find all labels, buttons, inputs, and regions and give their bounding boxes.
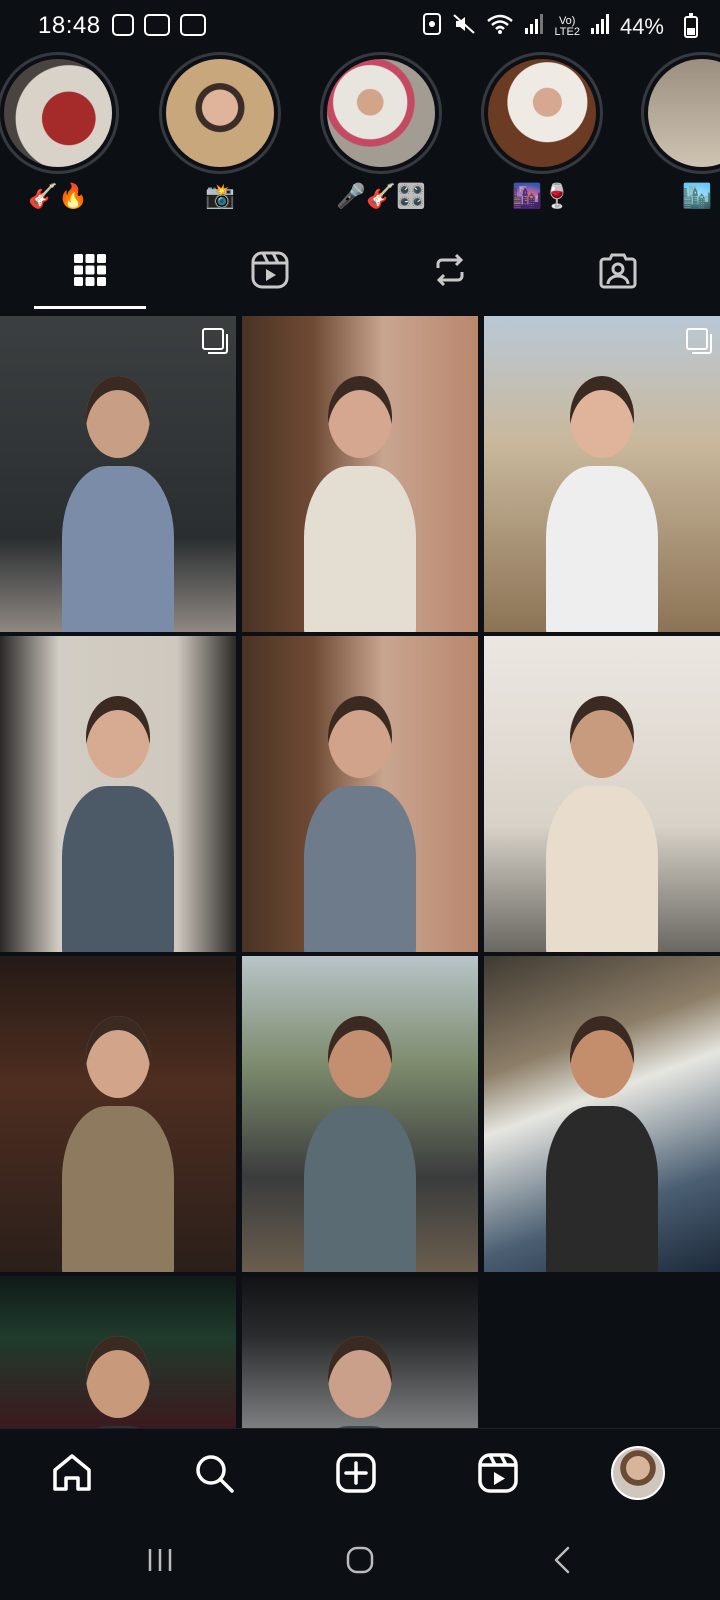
person-figure	[62, 1106, 174, 1272]
highlight-ring	[481, 52, 603, 174]
highlight-item[interactable]: 🌆🍷	[478, 52, 606, 212]
home-system-button[interactable]	[330, 1540, 390, 1580]
status-bar: 18:48 Vo) LTE2 44%	[0, 0, 720, 52]
highlight-cover	[166, 59, 274, 167]
highlight-ring	[0, 52, 119, 174]
highlight-ring	[159, 52, 281, 174]
system-icons: Vo) LTE2 44%	[422, 12, 664, 42]
bluetooth-device-icon	[422, 12, 442, 42]
highlight-label: 📸	[205, 183, 235, 210]
tab-posts-grid[interactable]	[30, 230, 150, 310]
highlight-item[interactable]: 🎸🔥	[0, 52, 122, 212]
notification-icons	[112, 14, 206, 36]
avatar	[611, 1446, 665, 1500]
highlight-label: 🎸🔥	[28, 183, 88, 210]
person-figure	[62, 786, 174, 952]
person-figure	[304, 1106, 416, 1272]
back-icon	[554, 1546, 570, 1574]
person-figure	[304, 786, 416, 952]
post-thumbnail[interactable]	[0, 316, 236, 632]
highlight-label: 🎤🎸🎛️	[336, 183, 426, 210]
highlight-item[interactable]: 🏙️	[638, 52, 720, 212]
bottom-navigation	[0, 1428, 720, 1519]
profile-tabs	[0, 230, 720, 310]
person-head	[328, 1016, 392, 1098]
home-circle-icon	[346, 1546, 374, 1574]
recents-icon	[148, 1549, 172, 1571]
reels-icon	[251, 251, 289, 289]
post-thumbnail[interactable]	[484, 636, 720, 952]
signal-icon-2	[590, 13, 610, 41]
home-button[interactable]	[42, 1443, 102, 1503]
add-post-icon	[336, 1453, 376, 1493]
person-figure	[546, 466, 658, 632]
post-thumbnail[interactable]	[242, 956, 478, 1272]
highlight-cover	[488, 59, 596, 167]
carousel-icon	[686, 328, 712, 354]
mute-icon	[452, 12, 476, 42]
battery-percent: 44%	[619, 14, 664, 39]
signal-icon	[524, 13, 544, 41]
person-head	[86, 376, 150, 458]
post-thumbnail[interactable]	[242, 316, 478, 632]
status-time: 18:48	[38, 12, 101, 39]
grid-icon	[74, 254, 106, 286]
voicemail-icon	[144, 14, 170, 36]
person-figure	[546, 1106, 658, 1272]
story-highlights: 🎸🔥 📸 🎤🎸🎛️ 🌆🍷 🏙️	[0, 52, 720, 212]
person-head	[570, 1016, 634, 1098]
post-thumbnail[interactable]	[0, 636, 236, 952]
post-thumbnail[interactable]	[0, 956, 236, 1272]
search-icon	[196, 1455, 234, 1493]
home-icon	[53, 1454, 91, 1491]
lte-indicator: Vo) LTE2	[554, 16, 579, 38]
highlight-ring	[320, 52, 442, 174]
person-head	[570, 696, 634, 778]
system-navigation-bar	[0, 1518, 720, 1600]
person-figure	[62, 466, 174, 632]
person-head	[328, 376, 392, 458]
wifi-icon	[486, 13, 514, 41]
lte-label-bottom: LTE2	[554, 26, 580, 38]
person-head	[86, 696, 150, 778]
reels-nav-icon	[478, 1453, 518, 1493]
highlight-ring	[641, 52, 720, 174]
clock-notification-icon	[112, 14, 134, 36]
highlight-label: 🏙️	[682, 183, 712, 210]
repost-icon	[436, 253, 464, 287]
battery-icon	[684, 13, 698, 38]
person-head	[570, 376, 634, 458]
voicemail-icon-2	[180, 14, 206, 36]
highlight-cover	[648, 59, 720, 167]
post-thumbnail[interactable]	[484, 316, 720, 632]
search-button[interactable]	[184, 1443, 244, 1503]
recents-button[interactable]	[130, 1540, 190, 1580]
back-button[interactable]	[532, 1540, 592, 1580]
person-head	[86, 1336, 150, 1418]
create-button[interactable]	[326, 1443, 386, 1503]
carousel-icon	[202, 328, 228, 354]
profile-button[interactable]	[608, 1443, 668, 1503]
reels-button[interactable]	[468, 1443, 528, 1503]
person-figure	[546, 786, 658, 952]
tab-tagged[interactable]	[558, 230, 678, 310]
post-thumbnail[interactable]	[0, 1276, 236, 1428]
highlight-item[interactable]: 📸	[156, 52, 284, 212]
person-head	[328, 1336, 392, 1418]
person-head	[328, 696, 392, 778]
highlight-cover	[327, 59, 435, 167]
person-figure	[304, 466, 416, 632]
post-thumbnail[interactable]	[242, 636, 478, 952]
highlight-label: 🌆🍷	[512, 183, 572, 210]
highlight-cover	[4, 59, 112, 167]
tab-reposts[interactable]	[390, 230, 510, 310]
tagged-icon	[599, 253, 637, 289]
post-thumbnail[interactable]	[484, 956, 720, 1272]
post-thumbnail[interactable]	[242, 1276, 478, 1428]
person-head	[86, 1016, 150, 1098]
tab-reels[interactable]	[210, 230, 330, 310]
active-tab-indicator	[34, 306, 146, 309]
highlight-item[interactable]: 🎤🎸🎛️	[317, 52, 445, 212]
